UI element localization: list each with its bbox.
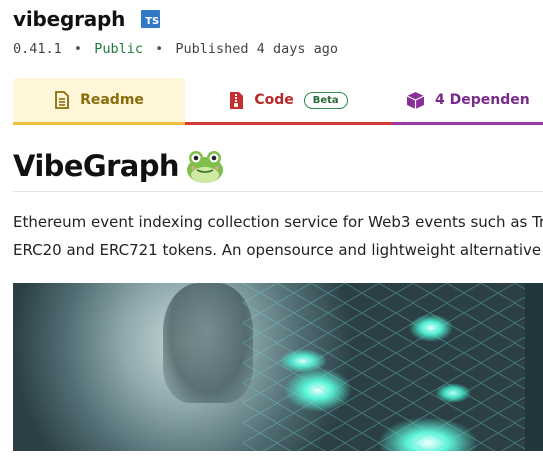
description-line: ERC20 and ERC721 tokens. An opensource a…	[13, 241, 542, 259]
frog-icon	[186, 150, 223, 183]
typescript-icon[interactable]: TS	[141, 10, 161, 28]
hero-circuit-pattern	[243, 283, 525, 451]
tab-dependencies-label: 4 Dependen	[435, 92, 530, 108]
package-meta: 0.41.1 • Public • Published 4 days ago	[13, 41, 338, 57]
readme-hero-image	[13, 283, 525, 451]
package-name: vibegraph	[13, 7, 126, 31]
package-tabs: Readme Code Beta 4 Dependen	[13, 78, 543, 125]
readme-heading-row: VibeGraph	[13, 140, 543, 192]
tab-code[interactable]: Code Beta	[185, 78, 392, 125]
tab-code-label: Code	[254, 92, 294, 108]
published-date: Published 4 days ago	[175, 41, 338, 57]
hero-figure-shape	[163, 283, 253, 403]
description-line: Ethereum event indexing collection servi…	[13, 213, 543, 231]
visibility-label: Public	[94, 41, 143, 57]
package-version: 0.41.1	[13, 41, 62, 57]
meta-separator: •	[155, 41, 164, 57]
package-title-row: vibegraph TS	[13, 6, 338, 32]
readme-title: VibeGraph	[13, 148, 180, 183]
document-icon	[55, 91, 69, 109]
beta-badge: Beta	[303, 91, 348, 109]
meta-separator: •	[73, 41, 83, 57]
tab-dependencies[interactable]: 4 Dependen	[392, 78, 543, 125]
package-header: vibegraph TS 0.41.1 • Public • Published…	[13, 6, 338, 57]
cube-icon	[406, 91, 425, 109]
tab-readme-label: Readme	[80, 92, 144, 108]
file-code-icon	[230, 91, 244, 109]
tab-readme[interactable]: Readme	[13, 78, 185, 125]
hero-image-edge	[525, 283, 543, 451]
readme-description: Ethereum event indexing collection servi…	[13, 208, 543, 264]
